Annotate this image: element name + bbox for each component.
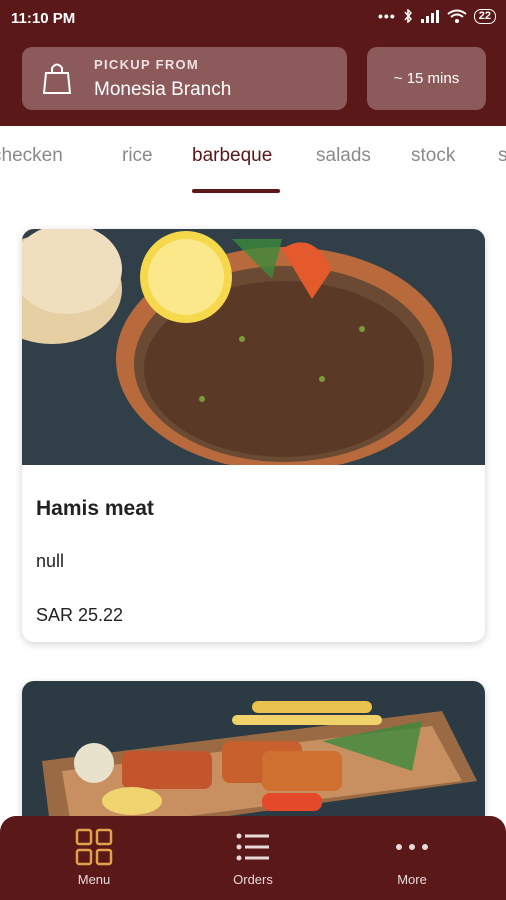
- bluetooth-icon: [404, 9, 412, 23]
- active-tab-indicator: [192, 189, 280, 193]
- nav-more-label: More: [397, 872, 427, 887]
- list-icon: [236, 833, 269, 861]
- nav-menu-label: Menu: [77, 872, 111, 887]
- tab-rice[interactable]: rice: [122, 145, 153, 167]
- menu-item-price: SAR 25.22: [36, 605, 124, 625]
- signal-icon: [420, 10, 439, 23]
- bottom-navigation: Menu Orders More: [0, 816, 506, 900]
- pickup-branch-selector[interactable]: PICKUP FROM Monesia Branch: [22, 47, 347, 110]
- status-icons: ••• 22: [378, 8, 496, 24]
- tab-stock[interactable]: stock: [411, 145, 455, 167]
- shopping-bag-icon: [42, 63, 72, 94]
- nav-more[interactable]: More: [352, 828, 472, 887]
- status-time: 11:10 PM: [11, 10, 76, 27]
- status-bar: 11:10 PM ••• 22: [0, 0, 506, 36]
- nav-orders-label: Orders: [233, 872, 273, 887]
- app-header: 11:10 PM ••• 22 PICKUP FROM Monesia Bran…: [0, 0, 506, 126]
- menu-item-description: null: [36, 551, 65, 571]
- nav-menu[interactable]: Menu: [34, 828, 154, 887]
- tab-partial[interactable]: s: [498, 145, 506, 167]
- hamis-meat-photo: [22, 229, 485, 465]
- nav-orders[interactable]: Orders: [193, 828, 313, 887]
- pickup-label: PICKUP FROM: [94, 57, 200, 72]
- menu-item-card[interactable]: Hamis meat null SAR 25.22: [22, 229, 485, 642]
- tab-salads[interactable]: salads: [316, 145, 371, 167]
- pickup-branch-name: Monesia Branch: [94, 79, 232, 100]
- category-tabs: checken rice barbeque salads stock s: [0, 126, 506, 198]
- notification-dots-icon: •••: [378, 8, 396, 24]
- tab-barbeque[interactable]: barbeque: [192, 145, 272, 167]
- battery-indicator: 22: [473, 8, 496, 24]
- wifi-icon: [447, 9, 467, 23]
- grid-icon: [75, 828, 113, 866]
- more-dots-icon: [396, 844, 428, 850]
- eta-button[interactable]: ~ 15 mins: [367, 47, 486, 110]
- tab-checken[interactable]: checken: [0, 145, 63, 167]
- menu-item-title: Hamis meat: [36, 497, 154, 520]
